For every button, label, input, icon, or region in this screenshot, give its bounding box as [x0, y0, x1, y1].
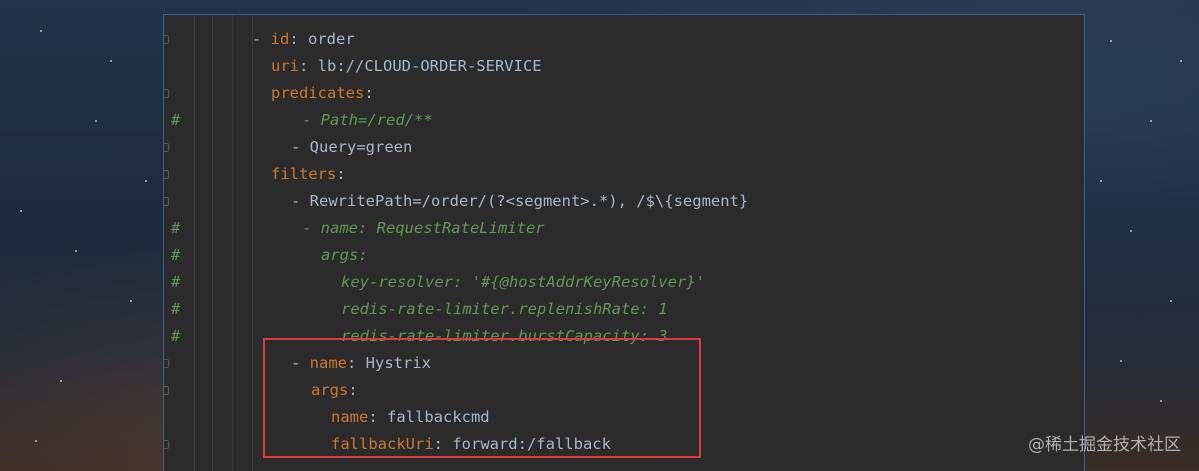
star-dot [145, 180, 147, 182]
star-dot [35, 440, 37, 442]
yaml-key: uri [271, 57, 299, 75]
code-text: uri: lb://CLOUD-ORDER-SERVICE [271, 53, 542, 80]
comment-text: - name: RequestRateLimiter [302, 219, 545, 237]
comment-text: - Path=/red/** [302, 111, 433, 129]
star-dot [1180, 60, 1182, 62]
watermark: @稀土掘金技术社区 [1028, 435, 1181, 455]
code-text: args: [321, 242, 368, 269]
star-dot [75, 250, 77, 252]
star-dot [1110, 40, 1112, 42]
code-text: - id: order [252, 26, 355, 53]
star-dot [1160, 400, 1162, 402]
star-dot [130, 300, 132, 302]
code-line[interactable]: predicates: [164, 80, 1084, 107]
yaml-value: - [252, 30, 271, 48]
star-dot [1170, 300, 1172, 302]
yaml-key: predicates [271, 84, 365, 102]
yaml-value: : [336, 165, 346, 183]
yaml-value: : lb://CLOUD-ORDER-SERVICE [299, 57, 542, 75]
yaml-value: : order [289, 30, 355, 48]
code-line-commented[interactable]: # key-resolver: '#{@hostAddrKeyResolver}' [164, 269, 1084, 296]
star-dot [1150, 120, 1152, 122]
code-text: filters: [271, 161, 346, 188]
yaml-value: - RewritePath=/order/(?<segment>.*), /$\… [291, 192, 749, 210]
code-line-commented[interactable]: # redis-rate-limiter.replenishRate: 1 [164, 296, 1084, 323]
code-text: - RewritePath=/order/(?<segment>.*), /$\… [291, 188, 748, 215]
yaml-value: - Query=green [291, 138, 413, 156]
star-dot [1120, 360, 1122, 362]
code-line-commented[interactable]: # args: [164, 242, 1084, 269]
code-line-commented[interactable]: # - Path=/red/** [164, 107, 1084, 134]
code-line[interactable]: - Query=green [164, 134, 1084, 161]
comment-text: args: [321, 246, 368, 264]
code-text: - Query=green [291, 134, 412, 161]
star-dot [1130, 230, 1132, 232]
code-line-commented[interactable]: # - name: RequestRateLimiter [164, 215, 1084, 242]
star-dot [95, 120, 97, 122]
star-dot [20, 210, 22, 212]
yaml-key: id [270, 30, 290, 48]
code-line[interactable]: uri: lb://CLOUD-ORDER-SERVICE [164, 53, 1084, 80]
star-dot [40, 30, 42, 32]
comment-marker: # [171, 246, 181, 264]
highlight-box [263, 338, 701, 458]
star-dot [1100, 180, 1102, 182]
comment-marker: # [171, 327, 181, 345]
code-text: redis-rate-limiter.replenishRate: 1 [341, 296, 668, 323]
comment-text: key-resolver: '#{@hostAddrKeyResolver}' [341, 273, 705, 291]
yaml-value: : [364, 84, 374, 102]
code-text: - Path=/red/** [302, 107, 433, 134]
code-line[interactable]: - RewritePath=/order/(?<segment>.*), /$\… [164, 188, 1084, 215]
yaml-key: filters [271, 165, 337, 183]
code-text: predicates: [271, 80, 374, 107]
comment-marker: # [171, 273, 181, 291]
comment-marker: # [171, 300, 181, 318]
star-dot [110, 60, 112, 62]
code-text: key-resolver: '#{@hostAddrKeyResolver}' [341, 269, 705, 296]
comment-marker: # [171, 219, 181, 237]
code-line[interactable]: filters: [164, 161, 1084, 188]
code-line[interactable]: - id: order [164, 26, 1084, 53]
comment-marker: # [171, 111, 181, 129]
comment-text: redis-rate-limiter.replenishRate: 1 [341, 300, 668, 318]
star-dot [60, 380, 62, 382]
code-text: - name: RequestRateLimiter [302, 215, 545, 242]
